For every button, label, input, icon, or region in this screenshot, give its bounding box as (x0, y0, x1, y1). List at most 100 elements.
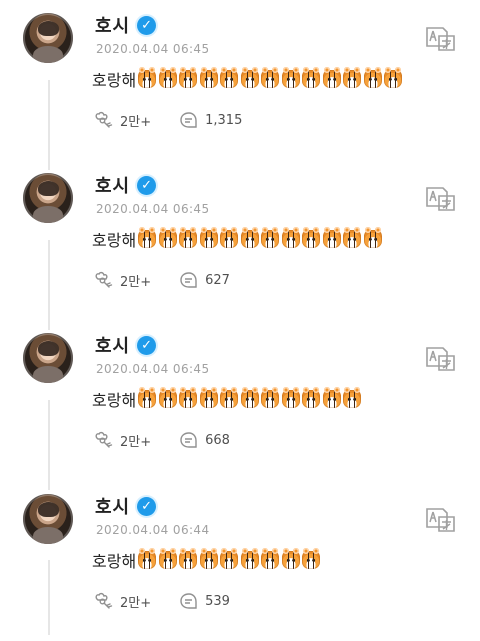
tiger-emoji-icon (363, 67, 382, 88)
post-content: 호랑해 (92, 67, 405, 90)
comment-count: 539 (205, 593, 230, 609)
tiger-emoji-icon (322, 67, 341, 88)
comment-count: 627 (205, 272, 230, 288)
comment-icon (180, 272, 197, 288)
tiger-emoji-icon (158, 67, 177, 88)
tiger-emoji-icon (261, 67, 280, 88)
tiger-emoji-icon (158, 227, 177, 248)
translate-icon[interactable] (423, 506, 457, 534)
tiger-emoji-row (138, 227, 384, 248)
tiger-emoji-icon (343, 67, 362, 88)
post-text: 호랑해 (92, 552, 137, 571)
tiger-emoji-icon (220, 227, 239, 248)
like-icon (95, 271, 113, 288)
author-row: 호시 ✓ (95, 12, 157, 38)
post-actions: 2만+ 1,315 (94, 111, 270, 130)
author-name[interactable]: 호시 (95, 332, 130, 358)
avatar[interactable] (23, 173, 73, 223)
tiger-emoji-icon (158, 548, 177, 569)
post-card[interactable]: 호시 ✓ 2020.04.04 06:45 호랑해 (0, 320, 480, 480)
comment-button[interactable]: 668 (179, 431, 230, 449)
tiger-emoji-icon (240, 387, 259, 408)
tiger-emoji-icon (343, 387, 362, 408)
tiger-emoji-icon (240, 227, 259, 248)
tiger-emoji-icon (281, 227, 300, 248)
avatar[interactable] (23, 333, 73, 383)
verified-check-icon: ✓ (137, 15, 157, 35)
translate-icon[interactable] (423, 345, 457, 373)
post-actions: 2만+ 668 (94, 431, 258, 450)
tiger-emoji-icon (302, 67, 321, 88)
tiger-emoji-icon (384, 67, 403, 88)
post-content: 호랑해 (92, 548, 323, 571)
author-name[interactable]: 호시 (95, 493, 130, 519)
tiger-emoji-icon (261, 548, 280, 569)
avatar[interactable] (23, 13, 73, 63)
tiger-emoji-icon (158, 387, 177, 408)
translate-icon[interactable] (423, 25, 457, 53)
author-name[interactable]: 호시 (95, 12, 130, 38)
like-button[interactable]: 2만+ (94, 271, 151, 290)
post-timestamp: 2020.04.04 06:44 (96, 523, 210, 537)
tiger-emoji-icon (261, 227, 280, 248)
post-text: 호랑해 (92, 71, 137, 90)
comment-icon (180, 432, 197, 448)
post-card[interactable]: 호시 ✓ 2020.04.04 06:44 호랑해 2만+ 539 (0, 481, 480, 641)
tiger-emoji-icon (322, 227, 341, 248)
like-count: 2만+ (120, 434, 152, 450)
tiger-emoji-icon (322, 387, 341, 408)
tiger-emoji-icon (281, 67, 300, 88)
tiger-emoji-icon (199, 548, 218, 569)
tiger-emoji-icon (179, 67, 198, 88)
author-row: 호시 ✓ (95, 332, 157, 358)
author-name[interactable]: 호시 (95, 172, 130, 198)
like-button[interactable]: 2만+ (94, 111, 151, 130)
tiger-emoji-row (138, 387, 364, 408)
translate-icon[interactable] (423, 185, 457, 213)
tiger-emoji-icon (138, 387, 157, 408)
tiger-emoji-icon (302, 548, 321, 569)
tiger-emoji-icon (302, 387, 321, 408)
comment-count: 1,315 (205, 112, 243, 128)
tiger-emoji-icon (220, 387, 239, 408)
post-timestamp: 2020.04.04 06:45 (96, 362, 210, 376)
post-content: 호랑해 (92, 227, 384, 250)
tiger-emoji-icon (179, 227, 198, 248)
tiger-emoji-icon (220, 67, 239, 88)
tiger-emoji-row (138, 548, 323, 569)
like-count: 2만+ (120, 595, 152, 611)
tiger-emoji-row (138, 67, 405, 88)
post-card[interactable]: 호시 ✓ 2020.04.04 06:45 호랑해 (0, 160, 480, 320)
comment-button[interactable]: 627 (179, 271, 230, 289)
comment-button[interactable]: 539 (179, 592, 230, 610)
verified-check-icon: ✓ (137, 335, 157, 355)
tiger-emoji-icon (343, 227, 362, 248)
post-timestamp: 2020.04.04 06:45 (96, 202, 210, 216)
comment-icon (180, 112, 197, 128)
avatar[interactable] (23, 494, 73, 544)
verified-check-icon: ✓ (137, 496, 157, 516)
tiger-emoji-icon (220, 548, 239, 569)
tiger-emoji-icon (138, 67, 157, 88)
comment-count: 668 (205, 432, 230, 448)
author-row: 호시 ✓ (95, 172, 157, 198)
tiger-emoji-icon (302, 227, 321, 248)
tiger-emoji-icon (240, 67, 259, 88)
post-actions: 2만+ 627 (94, 271, 258, 290)
like-count: 2만+ (120, 274, 152, 290)
comment-button[interactable]: 1,315 (179, 111, 242, 129)
tiger-emoji-icon (138, 227, 157, 248)
like-button[interactable]: 2만+ (94, 592, 151, 611)
verified-check-icon: ✓ (137, 175, 157, 195)
like-icon (95, 431, 113, 448)
tiger-emoji-icon (199, 227, 218, 248)
post-card[interactable]: 호시 ✓ 2020.04.04 06:45 호랑해 (0, 0, 480, 160)
post-content: 호랑해 (92, 387, 364, 410)
tiger-emoji-icon (240, 548, 259, 569)
like-button[interactable]: 2만+ (94, 431, 151, 450)
author-row: 호시 ✓ (95, 493, 157, 519)
like-count: 2만+ (120, 114, 152, 130)
post-text: 호랑해 (92, 391, 137, 410)
post-timestamp: 2020.04.04 06:45 (96, 42, 210, 56)
post-text: 호랑해 (92, 231, 137, 250)
